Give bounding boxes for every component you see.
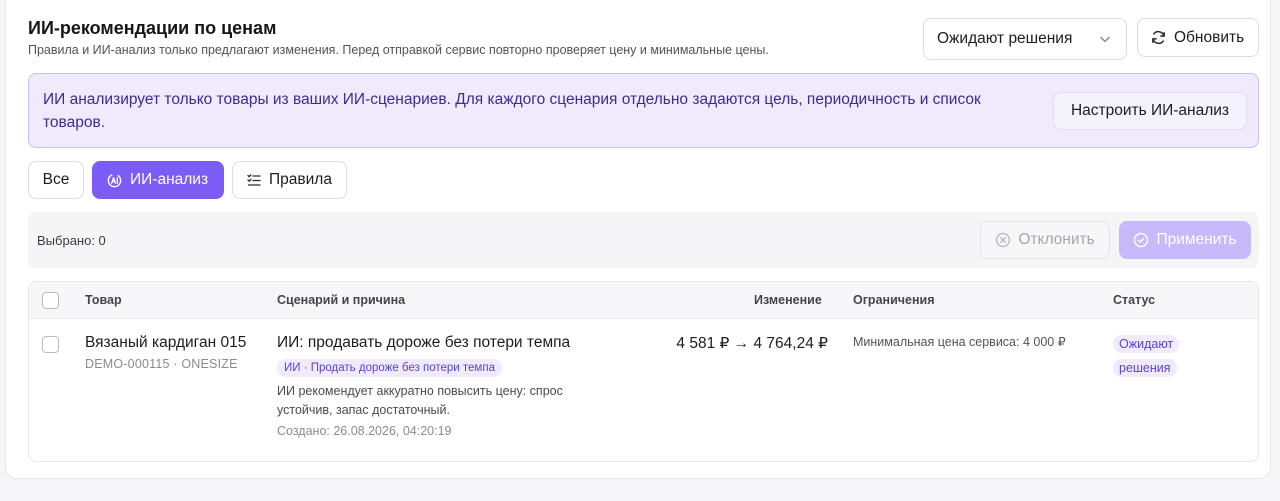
status-badge-text: Ожидают решения bbox=[1113, 335, 1180, 377]
status-filter-value: Ожидают решения bbox=[937, 30, 1073, 47]
reject-button[interactable]: Отклонить bbox=[980, 221, 1110, 259]
selected-count: Выбрано: 0 bbox=[37, 233, 106, 248]
banner-text: ИИ анализирует только товары из ваших ИИ… bbox=[43, 91, 981, 131]
tab-all[interactable]: Все bbox=[28, 161, 84, 199]
scenario-title: ИИ: продавать дороже без потери темпа bbox=[277, 334, 571, 351]
column-header-limits: Ограничения bbox=[853, 293, 935, 307]
table-header: Товар Сценарий и причина Изменение Огран… bbox=[29, 282, 1258, 319]
tab-rules[interactable]: Правила bbox=[232, 161, 347, 199]
page-subtitle: Правила и ИИ-анализ только предлагают из… bbox=[28, 43, 769, 57]
scenario-cell: ИИ: продавать дороже без потери темпа ИИ… bbox=[277, 334, 607, 438]
scenario-tag: ИИ · Продать дороже без потери темпа bbox=[277, 359, 502, 377]
column-header-scenario: Сценарий и причина bbox=[277, 293, 406, 307]
product-sku: DEMO-000115 · ONESIZE bbox=[85, 357, 238, 371]
column-header-change: Изменение bbox=[754, 293, 822, 307]
refresh-label: Обновить bbox=[1174, 28, 1245, 46]
product-cell: Вязаный кардиган 015 DEMO-000115 · ONESI… bbox=[85, 334, 246, 371]
tab-rules-label: Правила bbox=[269, 171, 332, 188]
rules-list-icon bbox=[246, 172, 262, 188]
recommendations-panel: ИИ-рекомендации по ценам Правила и ИИ-ан… bbox=[5, 0, 1271, 479]
chevron-down-icon bbox=[1098, 32, 1112, 46]
apply-button[interactable]: Применить bbox=[1119, 221, 1251, 259]
tab-ai-analysis[interactable]: ИИ-анализ bbox=[92, 161, 224, 199]
configure-ai-analysis-button[interactable]: Настроить ИИ-анализ bbox=[1053, 92, 1247, 130]
limit-text: Минимальная цена сервиса: 4 000 ₽ bbox=[853, 335, 1066, 349]
column-header-product: Товар bbox=[85, 293, 122, 307]
reject-circle-x-icon bbox=[995, 232, 1011, 248]
status-badge: Ожидают решения bbox=[1113, 332, 1188, 380]
created-timestamp: Создано: 26.08.2026, 04:20:19 bbox=[277, 424, 452, 438]
configure-ai-analysis-label: Настроить ИИ-анализ bbox=[1070, 102, 1230, 119]
column-header-status: Статус bbox=[1113, 293, 1156, 307]
refresh-icon bbox=[1150, 29, 1167, 46]
ai-analysis-icon bbox=[106, 172, 123, 189]
recommendations-table: Товар Сценарий и причина Изменение Огран… bbox=[28, 281, 1259, 462]
price-change: 4 581 ₽ → 4 764,24 ₽ bbox=[676, 335, 828, 352]
reject-label: Отклонить bbox=[1018, 231, 1095, 248]
tab-ai-analysis-label: ИИ-анализ bbox=[130, 171, 209, 188]
tab-all-label: Все bbox=[42, 171, 70, 188]
select-all-checkbox[interactable] bbox=[42, 292, 59, 309]
status-filter-select[interactable]: Ожидают решения bbox=[923, 18, 1127, 60]
apply-label: Применить bbox=[1156, 231, 1237, 248]
scenario-reason: ИИ рекомендует аккуратно повысить цену: … bbox=[277, 384, 563, 417]
page-title: ИИ-рекомендации по ценам bbox=[28, 18, 277, 38]
selection-toolbar: Выбрано: 0 Отклонить Применить bbox=[28, 212, 1259, 268]
ai-info-banner: ИИ анализирует только товары из ваших ИИ… bbox=[28, 73, 1259, 148]
row-checkbox[interactable] bbox=[42, 336, 59, 353]
apply-circle-check-icon bbox=[1133, 232, 1149, 248]
refresh-button[interactable]: Обновить bbox=[1137, 18, 1259, 57]
product-name[interactable]: Вязаный кардиган 015 bbox=[85, 334, 246, 352]
